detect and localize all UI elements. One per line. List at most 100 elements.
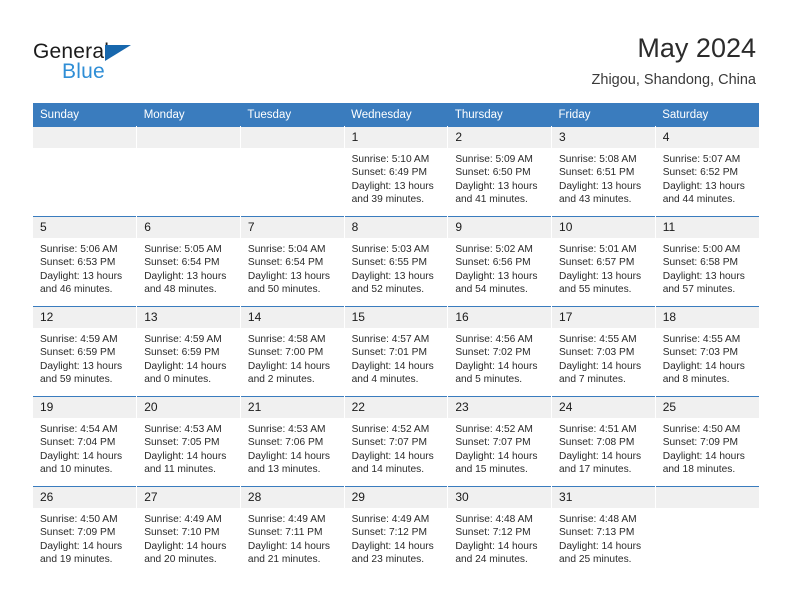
- general-blue-logo[interactable]: General Blue: [33, 40, 163, 86]
- calendar-day-cell[interactable]: 11 Sunrise: 5:00 AM Sunset: 6:58 PM Dayligh…: [655, 216, 759, 307]
- day-number: 30: [448, 487, 552, 508]
- calendar-day-cell-empty: [136, 126, 241, 217]
- sunset-text: Sunset: 6:49 PM: [351, 167, 427, 179]
- sunrise-text: Sunrise: 4:58 AM: [247, 334, 326, 345]
- calendar-day-cell[interactable]: 13 Sunrise: 4:59 AM Sunset: 6:59 PM Dayligh…: [136, 306, 241, 397]
- day-details: Sunrise: 5:01 AM Sunset: 6:57 PM Daylight:…: [552, 238, 655, 297]
- daylight-text-line2: and 55 minutes.: [559, 284, 632, 296]
- weekday-header-sunday: Sunday: [33, 103, 137, 127]
- day-number: 29: [344, 487, 448, 508]
- logo-text-blue: Blue: [62, 60, 105, 83]
- day-details: Sunrise: 5:10 AM Sunset: 6:49 PM Daylight:…: [345, 148, 448, 207]
- day-details: Sunrise: 5:05 AM Sunset: 6:54 PM Daylight:…: [137, 238, 240, 297]
- sunrise-text: Sunrise: 4:55 AM: [559, 334, 637, 345]
- calendar-day-cell[interactable]: 7 Sunrise: 5:04 AM Sunset: 6:54 PM Daylight…: [240, 216, 345, 307]
- sunset-text: Sunset: 7:11 PM: [247, 527, 323, 539]
- calendar-grid: Sunday Monday Tuesday Wednesday Thursday Frid…: [33, 103, 759, 576]
- day-number: 25: [655, 397, 759, 418]
- calendar-day-cell[interactable]: 23 Sunrise: 4:52 AM Sunset: 7:07 PM Dayligh…: [447, 396, 553, 487]
- day-details: Sunrise: 4:52 AM Sunset: 7:07 PM Daylight:…: [448, 418, 551, 477]
- sunrise-text: Sunrise: 5:01 AM: [559, 244, 637, 255]
- day-number: 9: [448, 217, 552, 238]
- sunset-text: Sunset: 6:51 PM: [559, 167, 635, 179]
- calendar-day-cell[interactable]: 12 Sunrise: 4:59 AM Sunset: 6:59 PM Dayligh…: [33, 306, 138, 397]
- calendar-day-cell[interactable]: 5 Sunrise: 5:06 AM Sunset: 6:53 PM Daylight…: [33, 216, 138, 307]
- day-number: 7: [240, 217, 344, 238]
- day-details: Sunrise: 4:51 AM Sunset: 7:08 PM Daylight:…: [552, 418, 655, 477]
- sunrise-text: Sunrise: 5:05 AM: [144, 244, 222, 255]
- calendar-day-cell[interactable]: 15 Sunrise: 4:57 AM Sunset: 7:01 PM Dayligh…: [344, 306, 449, 397]
- sunrise-text: Sunrise: 4:53 AM: [247, 424, 326, 435]
- calendar-day-cell[interactable]: 19 Sunrise: 4:54 AM Sunset: 7:04 PM Dayligh…: [33, 396, 138, 487]
- calendar-day-cell[interactable]: 26 Sunrise: 4:50 AM Sunset: 7:09 PM Dayligh…: [33, 486, 138, 576]
- calendar-day-cell[interactable]: 6 Sunrise: 5:05 AM Sunset: 6:54 PM Daylight…: [136, 216, 241, 307]
- sunrise-text: Sunrise: 4:49 AM: [247, 514, 326, 525]
- calendar-day-cell[interactable]: 8 Sunrise: 5:03 AM Sunset: 6:55 PM Daylight…: [344, 216, 449, 307]
- day-details: Sunrise: 5:03 AM Sunset: 6:55 PM Daylight:…: [345, 238, 448, 297]
- calendar-page: General Blue May 2024 Zhigou, Shandong, …: [0, 0, 792, 612]
- logo-triangle-icon: [105, 45, 131, 61]
- page-subtitle-location: Zhigou, Shandong, China: [591, 72, 756, 88]
- daylight-text-line1: Daylight: 13 hours: [559, 270, 642, 282]
- calendar-day-cell[interactable]: 27 Sunrise: 4:49 AM Sunset: 7:10 PM Dayligh…: [136, 486, 241, 576]
- calendar-day-cell[interactable]: 25 Sunrise: 4:50 AM Sunset: 7:09 PM Dayligh…: [655, 396, 759, 487]
- daylight-text-line2: and 57 minutes.: [662, 284, 736, 296]
- calendar-day-cell[interactable]: 20 Sunrise: 4:53 AM Sunset: 7:05 PM Dayligh…: [136, 396, 241, 487]
- sunrise-text: Sunrise: 4:48 AM: [559, 514, 637, 525]
- daylight-text-line2: and 8 minutes.: [662, 374, 730, 386]
- daylight-text-line2: and 5 minutes.: [455, 374, 523, 386]
- calendar-day-cell[interactable]: 9 Sunrise: 5:02 AM Sunset: 6:56 PM Daylight…: [447, 216, 553, 307]
- daylight-text-line1: Daylight: 14 hours: [455, 450, 538, 462]
- calendar-day-cell-empty: [240, 126, 345, 217]
- daylight-text-line2: and 18 minutes.: [662, 464, 736, 476]
- calendar-day-cell[interactable]: 4 Sunrise: 5:07 AM Sunset: 6:52 PM Daylight…: [655, 126, 759, 217]
- calendar-day-cell[interactable]: 29 Sunrise: 4:49 AM Sunset: 7:12 PM Dayligh…: [344, 486, 449, 576]
- daylight-text-line1: Daylight: 13 hours: [455, 180, 538, 192]
- calendar-day-cell[interactable]: 14 Sunrise: 4:58 AM Sunset: 7:00 PM Dayligh…: [240, 306, 345, 397]
- day-number: [33, 127, 137, 148]
- daylight-text-line1: Daylight: 13 hours: [559, 180, 642, 192]
- daylight-text-line2: and 0 minutes.: [144, 374, 212, 386]
- calendar-day-cell[interactable]: 3 Sunrise: 5:08 AM Sunset: 6:51 PM Daylight…: [551, 126, 656, 217]
- day-details: Sunrise: 4:48 AM Sunset: 7:12 PM Daylight:…: [448, 508, 551, 567]
- sunset-text: Sunset: 6:54 PM: [247, 257, 324, 269]
- daylight-text-line1: Daylight: 13 hours: [40, 360, 123, 372]
- daylight-text-line1: Daylight: 14 hours: [351, 360, 434, 372]
- daylight-text-line2: and 46 minutes.: [40, 284, 113, 296]
- calendar-day-cell[interactable]: 18 Sunrise: 4:55 AM Sunset: 7:03 PM Dayligh…: [655, 306, 759, 397]
- daylight-text-line2: and 21 minutes.: [247, 554, 321, 566]
- daylight-text-line2: and 14 minutes.: [351, 464, 425, 476]
- calendar-week-row: 12 Sunrise: 4:59 AM Sunset: 6:59 PM Dayligh…: [33, 306, 759, 397]
- daylight-text-line1: Daylight: 13 hours: [351, 180, 434, 192]
- sunrise-text: Sunrise: 5:02 AM: [455, 244, 533, 255]
- day-details: Sunrise: 5:09 AM Sunset: 6:50 PM Daylight:…: [448, 148, 551, 207]
- weekday-header-friday: Friday: [551, 103, 656, 127]
- calendar-day-cell[interactable]: 21 Sunrise: 4:53 AM Sunset: 7:06 PM Dayligh…: [240, 396, 345, 487]
- calendar-day-cell[interactable]: 24 Sunrise: 4:51 AM Sunset: 7:08 PM Dayligh…: [551, 396, 656, 487]
- day-details: Sunrise: 4:59 AM Sunset: 6:59 PM Daylight:…: [137, 328, 240, 387]
- sunrise-text: Sunrise: 4:51 AM: [559, 424, 637, 435]
- day-details: Sunrise: 4:54 AM Sunset: 7:04 PM Daylight:…: [33, 418, 136, 477]
- daylight-text-line2: and 50 minutes.: [247, 284, 321, 296]
- day-details: Sunrise: 4:57 AM Sunset: 7:01 PM Daylight:…: [345, 328, 448, 387]
- calendar-day-cell[interactable]: 1 Sunrise: 5:10 AM Sunset: 6:49 PM Daylight…: [344, 126, 449, 217]
- day-number: 27: [137, 487, 240, 508]
- sunset-text: Sunset: 7:12 PM: [351, 527, 427, 539]
- sunset-text: Sunset: 7:04 PM: [40, 437, 116, 449]
- daylight-text-line2: and 44 minutes.: [662, 194, 736, 206]
- calendar-day-cell[interactable]: 16 Sunrise: 4:56 AM Sunset: 7:02 PM Dayligh…: [447, 306, 553, 397]
- calendar-day-cell[interactable]: 10 Sunrise: 5:01 AM Sunset: 6:57 PM Dayligh…: [551, 216, 656, 307]
- calendar-day-cell[interactable]: 30 Sunrise: 4:48 AM Sunset: 7:12 PM Dayligh…: [447, 486, 553, 576]
- calendar-day-cell[interactable]: 28 Sunrise: 4:49 AM Sunset: 7:11 PM Dayligh…: [240, 486, 345, 576]
- calendar-day-cell[interactable]: 17 Sunrise: 4:55 AM Sunset: 7:03 PM Dayligh…: [551, 306, 656, 397]
- sunset-text: Sunset: 6:56 PM: [455, 257, 531, 269]
- weekday-header-tuesday: Tuesday: [240, 103, 345, 127]
- calendar-day-cell[interactable]: 31 Sunrise: 4:48 AM Sunset: 7:13 PM Dayligh…: [551, 486, 656, 576]
- sunset-text: Sunset: 6:52 PM: [662, 167, 739, 179]
- daylight-text-line1: Daylight: 14 hours: [40, 450, 123, 462]
- calendar-day-cell[interactable]: 22 Sunrise: 4:52 AM Sunset: 7:07 PM Dayligh…: [344, 396, 449, 487]
- daylight-text-line1: Daylight: 13 hours: [455, 270, 538, 282]
- calendar-day-cell[interactable]: 2 Sunrise: 5:09 AM Sunset: 6:50 PM Daylight…: [447, 126, 553, 217]
- sunrise-text: Sunrise: 4:55 AM: [662, 334, 741, 345]
- sunrise-text: Sunrise: 4:49 AM: [351, 514, 430, 525]
